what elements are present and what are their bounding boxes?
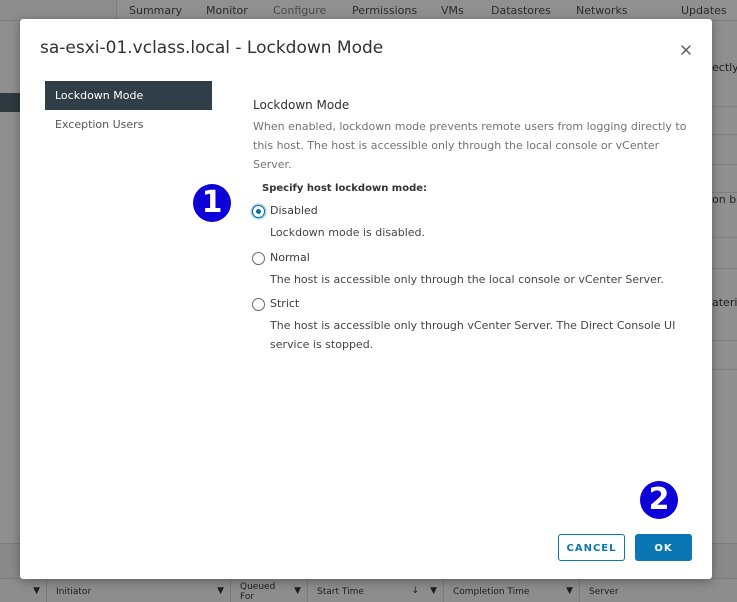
tab-monitor[interactable]: Monitor (206, 4, 248, 17)
filter-icon[interactable]: ▼ (33, 586, 40, 596)
filter-icon[interactable]: ▼ (217, 586, 224, 596)
table-column-blank: ▼ (0, 579, 47, 602)
option-description: The host is accessible only through vCen… (270, 319, 676, 351)
option-description: Lockdown mode is disabled. (270, 226, 426, 239)
step-badge-2: 2 (640, 481, 678, 519)
step-badge-1: 1 (193, 184, 231, 222)
radio-button[interactable] (252, 252, 265, 265)
section-title: Lockdown Mode (253, 98, 350, 112)
mode-label: Specify host lockdown mode: (262, 183, 428, 194)
column-label: Initiator (56, 587, 92, 597)
table-column-start-time[interactable]: Start Time ↓ ▼ (307, 579, 444, 602)
background-text-fragment: ectly (712, 61, 737, 74)
tab-configure[interactable]: Configure (273, 4, 326, 17)
lockdown-mode-dialog: sa-esxi-01.vclass.local - Lockdown Mode … (20, 19, 712, 579)
background-task-table-header: ▼ Initiator ▼ Queued For ▼ Start Time ↓ … (0, 578, 737, 602)
option-description: The host is accessible only through the … (270, 273, 664, 286)
background-text-fragment: ateri (712, 296, 737, 309)
radio-button[interactable] (252, 205, 265, 218)
column-label: Queued For (240, 582, 276, 602)
sort-down-icon[interactable]: ↓ (411, 586, 419, 596)
tab-datastores[interactable]: Datastores (491, 4, 551, 17)
filter-icon[interactable]: ▼ (566, 586, 573, 596)
dialog-title: sa-esxi-01.vclass.local - Lockdown Mode (40, 38, 384, 58)
radio-button[interactable] (252, 298, 265, 311)
background-selected-item (0, 93, 20, 112)
table-column-server[interactable]: Server (579, 579, 737, 602)
nav-item-exception-users[interactable]: Exception Users (45, 110, 212, 139)
dialog-sidebar-nav: Lockdown Mode Exception Users (45, 81, 212, 139)
column-label: Start Time (317, 587, 364, 597)
tab-updates[interactable]: Updates (681, 4, 727, 17)
cancel-button[interactable]: CANCEL (558, 534, 625, 561)
tab-permissions[interactable]: Permissions (352, 4, 417, 17)
close-icon[interactable] (676, 40, 696, 60)
radio-label[interactable]: Disabled (270, 204, 318, 217)
background-text-fragment: on bu (712, 193, 737, 206)
filter-icon[interactable]: ▼ (294, 586, 301, 596)
column-label: Completion Time (453, 587, 530, 597)
tab-summary[interactable]: Summary (129, 4, 182, 17)
ok-button[interactable]: OK (635, 534, 692, 561)
section-description: When enabled, lockdown mode prevents rem… (253, 120, 687, 171)
table-column-initiator[interactable]: Initiator ▼ (46, 579, 231, 602)
tab-vms[interactable]: VMs (441, 4, 464, 17)
lockdown-content: Lockdown Mode When enabled, lockdown mod… (253, 98, 693, 174)
nav-item-lockdown-mode[interactable]: Lockdown Mode (45, 81, 212, 110)
radio-label[interactable]: Strict (270, 297, 299, 310)
tab-networks[interactable]: Networks (576, 4, 628, 17)
column-label: Server (589, 587, 619, 597)
background-left-pane (0, 0, 117, 20)
background-tab-bar: Summary Monitor Configure Permissions VM… (0, 0, 737, 21)
table-column-completion-time[interactable]: Completion Time ▼ (443, 579, 580, 602)
radio-label[interactable]: Normal (270, 251, 310, 264)
filter-icon[interactable]: ▼ (430, 586, 437, 596)
table-column-queued-for[interactable]: Queued For ▼ (230, 579, 308, 602)
